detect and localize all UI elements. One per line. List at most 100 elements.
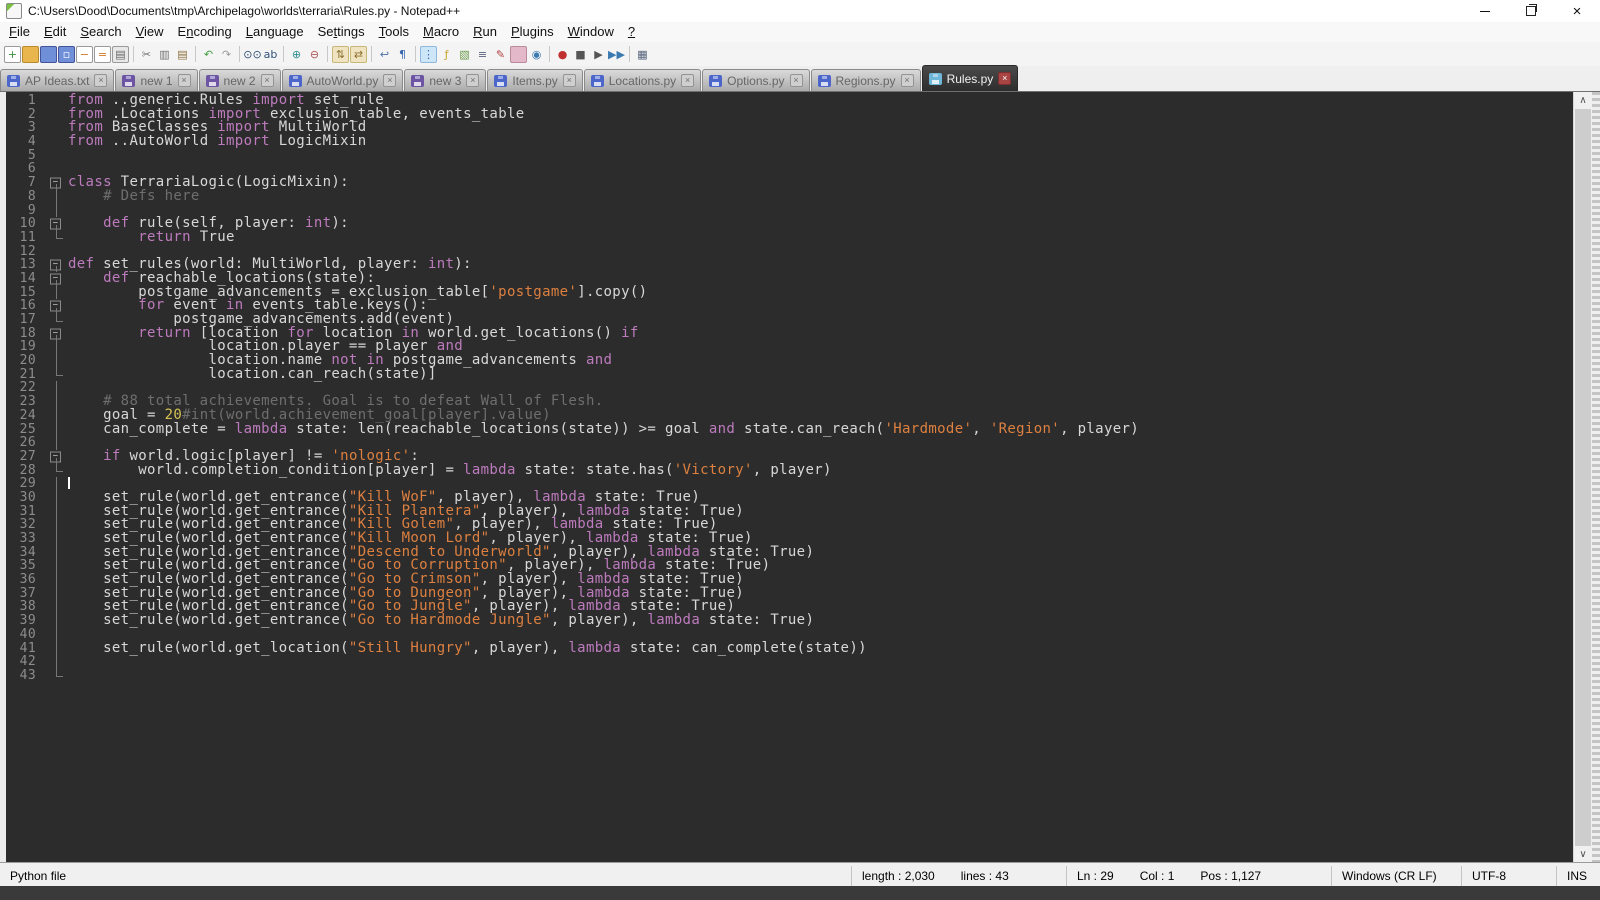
status-encoding[interactable]: UTF-8 bbox=[1461, 866, 1556, 886]
tab-rules-py[interactable]: Rules.py× bbox=[922, 65, 1019, 91]
menu-item-plugins[interactable]: Plugins bbox=[504, 22, 561, 42]
tab-close-icon[interactable]: × bbox=[681, 74, 694, 87]
tab-close-icon[interactable]: × bbox=[261, 74, 274, 87]
tab-close-icon[interactable]: × bbox=[466, 74, 479, 87]
zoom-out-icon[interactable]: ⊖ bbox=[306, 46, 323, 63]
menu-item-view[interactable]: View bbox=[129, 22, 171, 42]
function-list-icon[interactable]: ƒ bbox=[438, 46, 455, 63]
tab-ap-ideas-txt[interactable]: AP Ideas.txt× bbox=[0, 69, 114, 91]
code-text[interactable]: # Defs here bbox=[68, 190, 200, 204]
fold-collapse-icon[interactable] bbox=[46, 258, 68, 272]
save-all-icon[interactable]: ▫ bbox=[58, 46, 75, 63]
undo-icon[interactable]: ↶ bbox=[200, 46, 217, 63]
menu-item-macro[interactable]: Macro bbox=[416, 22, 466, 42]
tab-new-2[interactable]: new 2× bbox=[199, 69, 281, 91]
close-all-icon[interactable]: = bbox=[94, 46, 111, 63]
menu-item-encoding[interactable]: Encoding bbox=[171, 22, 239, 42]
run-macro-multiple-icon[interactable]: ▶▶ bbox=[608, 46, 625, 63]
tab-close-icon[interactable]: × bbox=[563, 74, 576, 87]
restore-button[interactable] bbox=[1508, 0, 1554, 22]
tab-close-icon[interactable]: × bbox=[178, 74, 191, 87]
word-wrap-icon[interactable]: ↩ bbox=[376, 46, 393, 63]
code-line[interactable]: 7class TerrariaLogic(LogicMixin): bbox=[6, 176, 1570, 190]
fold-collapse-icon[interactable] bbox=[46, 272, 68, 286]
menu-item-search[interactable]: Search bbox=[73, 22, 128, 42]
document-list-icon[interactable]: ≡ bbox=[474, 46, 491, 63]
tab-close-icon[interactable]: × bbox=[901, 74, 914, 87]
monitoring-icon[interactable]: ◉ bbox=[528, 46, 545, 63]
vertical-scrollbar[interactable]: ∧ ∨ bbox=[1573, 92, 1592, 863]
fold-collapse-icon[interactable] bbox=[46, 299, 68, 313]
code-line[interactable]: 10 def rule(self, player: int): bbox=[6, 217, 1570, 231]
menu-item-window[interactable]: Window bbox=[561, 22, 621, 42]
fold-collapse-icon[interactable] bbox=[46, 450, 68, 464]
fold-collapse-icon[interactable] bbox=[46, 176, 68, 190]
menu-item-help[interactable]: ? bbox=[621, 22, 642, 42]
sync-vertical-icon[interactable]: ⇅ bbox=[332, 46, 349, 63]
tab-close-icon[interactable]: × bbox=[790, 74, 803, 87]
code-line[interactable]: 41 set_rule(world.get_location("Still Hu… bbox=[6, 642, 1570, 656]
scroll-up-arrow-icon[interactable]: ∧ bbox=[1574, 92, 1592, 109]
paste-icon[interactable]: ▤ bbox=[174, 46, 191, 63]
code-text[interactable]: from ..AutoWorld import LogicMixin bbox=[68, 135, 367, 149]
scroll-down-arrow-icon[interactable]: ∨ bbox=[1574, 846, 1592, 863]
tab-regions-py[interactable]: Regions.py× bbox=[811, 69, 921, 91]
code-line[interactable]: 43 bbox=[6, 669, 1570, 683]
code-text[interactable]: set_rule(world.get_location("Still Hungr… bbox=[68, 642, 867, 656]
find-icon[interactable]: ⊙⊙ bbox=[244, 46, 261, 63]
code-line[interactable]: 21 location.can_reach(state)] bbox=[6, 368, 1570, 382]
play-macro-icon[interactable]: ▶ bbox=[590, 46, 607, 63]
code-line[interactable]: 11 return True bbox=[6, 231, 1570, 245]
save-macro-icon[interactable]: ▦ bbox=[634, 46, 651, 63]
tab-options-py[interactable]: Options.py× bbox=[702, 69, 809, 91]
record-macro-icon[interactable]: ● bbox=[554, 46, 571, 63]
status-insert-mode[interactable]: INS bbox=[1556, 866, 1600, 886]
run-script-icon[interactable]: ✎ bbox=[492, 46, 509, 63]
code-line[interactable]: 8 # Defs here bbox=[6, 190, 1570, 204]
code-text[interactable]: set_rule(world.get_entrance("Go to Hardm… bbox=[68, 614, 814, 628]
code-text[interactable]: world.completion_condition[player] = lam… bbox=[68, 464, 832, 478]
show-all-characters-icon[interactable]: ¶ bbox=[394, 46, 411, 63]
close-button[interactable]: × bbox=[1554, 0, 1600, 22]
zoom-in-icon[interactable]: ⊕ bbox=[288, 46, 305, 63]
stop-record-icon[interactable]: ■ bbox=[572, 46, 589, 63]
code-area[interactable]: 1from ..generic.Rules import set_rule2fr… bbox=[6, 94, 1570, 863]
menu-item-edit[interactable]: Edit bbox=[37, 22, 73, 42]
code-text[interactable]: can_complete = lambda state: len(reachab… bbox=[68, 423, 1139, 437]
indent-guide-icon[interactable]: ⋮ bbox=[420, 46, 437, 63]
scrollbar-thumb[interactable] bbox=[1575, 109, 1591, 846]
print-icon[interactable]: ▤ bbox=[112, 46, 129, 63]
menu-item-file[interactable]: File bbox=[2, 22, 37, 42]
replace-icon[interactable]: ab bbox=[262, 46, 279, 63]
tab-autoworld-py[interactable]: AutoWorld.py× bbox=[282, 69, 404, 91]
document-map-icon[interactable]: ▧ bbox=[456, 46, 473, 63]
tab-new-1[interactable]: new 1× bbox=[115, 69, 197, 91]
minimize-button[interactable] bbox=[1462, 0, 1508, 22]
menu-item-language[interactable]: Language bbox=[239, 22, 311, 42]
open-folder-icon[interactable] bbox=[22, 46, 39, 63]
close-icon[interactable]: − bbox=[76, 46, 93, 63]
tab-locations-py[interactable]: Locations.py× bbox=[584, 69, 701, 91]
code-line[interactable]: 25 can_complete = lambda state: len(reac… bbox=[6, 423, 1570, 437]
new-file-icon[interactable]: + bbox=[4, 46, 21, 63]
save-icon[interactable] bbox=[40, 46, 57, 63]
code-line[interactable]: 5 bbox=[6, 149, 1570, 163]
fold-collapse-icon[interactable] bbox=[46, 327, 68, 341]
menu-item-tools[interactable]: Tools bbox=[372, 22, 416, 42]
code-line[interactable]: 4from ..AutoWorld import LogicMixin bbox=[6, 135, 1570, 149]
tab-close-icon[interactable]: × bbox=[998, 72, 1011, 85]
code-text[interactable]: return True bbox=[68, 231, 235, 245]
tab-items-py[interactable]: Items.py× bbox=[487, 69, 582, 91]
copy-icon[interactable]: ▥ bbox=[156, 46, 173, 63]
sync-horizontal-icon[interactable]: ⇄ bbox=[350, 46, 367, 63]
code-line[interactable]: 39 set_rule(world.get_entrance("Go to Ha… bbox=[6, 614, 1570, 628]
fold-collapse-icon[interactable] bbox=[46, 217, 68, 231]
redo-icon[interactable]: ↷ bbox=[218, 46, 235, 63]
code-text[interactable]: location.can_reach(state)] bbox=[68, 368, 437, 382]
status-eol-format[interactable]: Windows (CR LF) bbox=[1331, 866, 1461, 886]
menu-item-settings[interactable]: Settings bbox=[311, 22, 372, 42]
folder-as-workspace-icon[interactable] bbox=[510, 46, 527, 63]
tab-new-3[interactable]: new 3× bbox=[404, 69, 486, 91]
menu-item-run[interactable]: Run bbox=[466, 22, 504, 42]
code-line[interactable]: 42 bbox=[6, 655, 1570, 669]
